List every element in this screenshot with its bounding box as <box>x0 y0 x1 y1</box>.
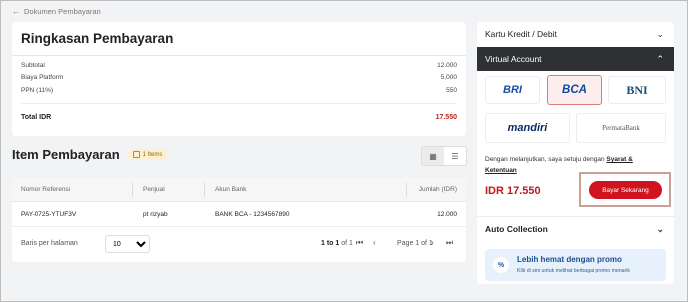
summary-row: Biaya Platform 5.000 <box>21 74 457 81</box>
payment-amount: IDR 17.550 <box>485 185 541 197</box>
cell-amount: 12.000 <box>437 211 457 218</box>
column-header: Jumlah (IDR) <box>418 186 457 193</box>
summary-card: Ringkasan Pembayaran Subtotal 12.000 Bia… <box>12 22 466 136</box>
items-title: Item Pembayaran <box>12 147 120 162</box>
total-value: 17.550 <box>435 114 457 121</box>
virtual-account-label: Virtual Account <box>485 54 542 64</box>
summary-row-value: 12.000 <box>437 62 457 69</box>
page-indicator: Page 1 of 1 <box>397 240 433 247</box>
page-range: 1 to 1 of 1 <box>321 240 353 247</box>
column-header: Penjual <box>143 186 165 193</box>
bri-logo: BRI <box>503 84 522 96</box>
bank-option-bca[interactable]: BCA <box>547 75 602 105</box>
column-separator <box>204 183 205 197</box>
terms-prefix: Dengan melanjutkan, saya setuju dengan <box>485 156 607 163</box>
items-count-badge: 1 Items <box>127 149 168 160</box>
bank-option-bri[interactable]: BRI <box>485 76 540 104</box>
column-separator <box>132 183 133 197</box>
column-separator <box>406 183 407 197</box>
summary-row-value: 5.000 <box>440 74 457 81</box>
promo-subtitle: Klik di sini untuk melihat berbagai prom… <box>517 268 631 274</box>
items-count: 1 Items <box>142 151 163 158</box>
prev-page-icon[interactable]: ‹ <box>373 238 376 247</box>
auto-collection-label: Auto Collection <box>485 224 548 234</box>
divider <box>21 103 457 104</box>
chevron-down-icon: ⌄ <box>656 224 664 234</box>
back-arrow-icon: ← <box>12 7 20 16</box>
next-page-icon[interactable]: › <box>431 238 434 247</box>
summary-row-label: Biaya Platform <box>21 74 64 81</box>
list-icon: ☰ <box>451 151 459 161</box>
divider <box>12 55 466 56</box>
grid-view-button[interactable]: ▦ <box>422 147 444 165</box>
bank-option-permata[interactable]: PermataBank <box>576 113 666 143</box>
first-page-icon[interactable]: ⏮ <box>356 238 363 248</box>
chevron-down-icon: ⌄ <box>656 29 664 39</box>
items-table: Nomor Referensi Penjual Akun Bank Jumlah… <box>12 178 466 262</box>
summary-row: Subtotal 12.000 <box>21 62 457 69</box>
column-header: Nomor Referensi <box>21 186 71 193</box>
summary-row-label: PPN (11%) <box>21 87 54 94</box>
cell-bank: BANK BCA - 1234567890 <box>215 211 290 218</box>
items-header: Item Pembayaran 1 Items <box>12 147 168 162</box>
cell-seller: pt rizyab <box>143 211 168 218</box>
card-method-accordion[interactable]: Kartu Kredit / Debit ⌄ <box>477 22 674 46</box>
cell-reference: PAY-0725-YTUF3V <box>21 211 77 218</box>
page-range-value: 1 to 1 <box>321 240 340 247</box>
bank-option-bni[interactable]: BNI <box>608 76 666 104</box>
pay-button-highlight: Bayar Sekarang <box>579 172 671 207</box>
breadcrumb-label: Dokumen Pembayaran <box>24 7 101 16</box>
grid-icon: ▦ <box>429 151 437 161</box>
rows-per-page-label: Baris per halaman <box>21 240 78 247</box>
total-label: Total IDR <box>21 114 52 121</box>
last-page-icon[interactable]: ⏭ <box>446 238 453 248</box>
chevron-up-icon: ⌃ <box>656 54 664 64</box>
column-header: Akun Bank <box>215 186 247 193</box>
page-range-total: of 1 <box>341 240 353 247</box>
card-method-label: Kartu Kredit / Debit <box>485 29 557 39</box>
virtual-account-accordion[interactable]: Virtual Account ⌃ <box>477 47 674 71</box>
table-row[interactable]: PAY-0725-YTUF3V pt rizyab BANK BCA - 123… <box>12 203 466 227</box>
payment-panel: Kartu Kredit / Debit ⌄ Virtual Account ⌃… <box>477 22 674 284</box>
summary-row: PPN (11%) 550 <box>21 87 457 94</box>
permata-logo: PermataBank <box>602 124 640 132</box>
promo-title: Lebih hemat dengan promo <box>517 255 622 264</box>
list-view-button[interactable]: ☰ <box>444 147 466 165</box>
summary-row-value: 550 <box>446 87 457 94</box>
pagination: Baris per halaman 10 1 to 1 of 1 ⏮ ‹ Pag… <box>12 234 466 256</box>
pay-now-button[interactable]: Bayar Sekarang <box>589 181 662 199</box>
bni-logo: BNI <box>626 82 648 97</box>
rows-per-page-select[interactable]: 10 <box>105 235 150 253</box>
auto-collection-accordion[interactable]: Auto Collection ⌄ <box>477 216 674 240</box>
summary-total: Total IDR 17.550 <box>21 114 457 121</box>
bank-option-mandiri[interactable]: mandiri <box>485 113 570 143</box>
table-header: Nomor Referensi Penjual Akun Bank Jumlah… <box>12 178 466 202</box>
promo-banner[interactable]: % Lebih hemat dengan promo Klik di sini … <box>485 249 666 281</box>
summary-title: Ringkasan Pembayaran <box>21 31 174 46</box>
bca-logo: BCA <box>562 84 587 96</box>
view-toggle: ▦ ☰ <box>421 146 467 166</box>
document-icon <box>132 151 140 158</box>
breadcrumb[interactable]: ← Dokumen Pembayaran <box>12 7 101 16</box>
summary-row-label: Subtotal <box>21 62 45 69</box>
percent-icon: % <box>493 257 509 273</box>
mandiri-logo: mandiri <box>507 122 548 134</box>
